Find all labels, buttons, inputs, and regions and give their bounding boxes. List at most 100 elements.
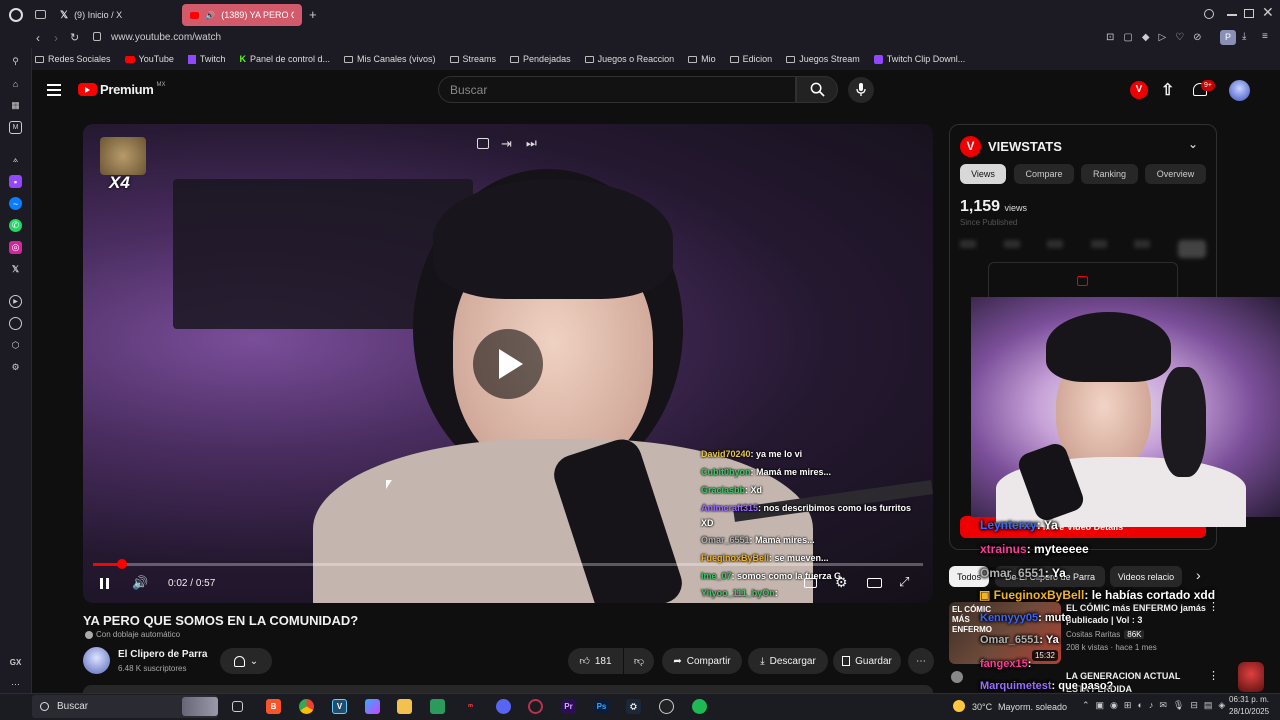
bookmark-pendejadas[interactable]: Pendejadas (510, 54, 571, 64)
whatsapp-icon[interactable]: ✆ (9, 219, 22, 232)
share-to-icon[interactable]: ⇥ (501, 136, 512, 152)
twitch-icon[interactable]: ▪ (9, 175, 22, 188)
store-icon[interactable] (430, 699, 445, 714)
fullscreen-icon[interactable]: ⤢ (899, 574, 909, 590)
dislike-button[interactable]: 👎︎ (624, 648, 654, 674)
like-button[interactable]: 👍︎ 181 (568, 648, 623, 674)
history-icon[interactable] (9, 317, 22, 330)
big-play-button[interactable] (473, 329, 543, 399)
bookmark-juegos-stream[interactable]: Juegos Stream (786, 54, 860, 64)
weather-desc[interactable]: Mayorm. soleado (998, 702, 1067, 712)
reload-icon[interactable]: ↻ (70, 31, 79, 44)
clock-date[interactable]: 28/10/2025 (1229, 707, 1269, 716)
file-explorer-icon[interactable] (397, 699, 412, 714)
progress-bar[interactable] (93, 563, 923, 566)
download-button[interactable]: ⤓ Descargar (748, 648, 828, 674)
skip-next-icon[interactable]: ⏭ (526, 136, 537, 151)
subscribed-bell-button[interactable]: ⌄ (220, 648, 272, 674)
pause-button[interactable] (100, 578, 109, 589)
discord-icon[interactable] (496, 699, 511, 714)
search-button[interactable] (796, 76, 838, 103)
instagram-icon[interactable]: ◎ (9, 241, 22, 254)
related-video-title[interactable]: EL CÓMIC más ENFERMO jamás publicado | V… (1066, 602, 1206, 626)
tab-views[interactable]: Views (960, 164, 1006, 184)
weather-temp[interactable]: 30°C (972, 702, 992, 712)
chevron-down-icon[interactable]: ⌄ (1188, 137, 1198, 151)
maximize-icon[interactable] (1244, 9, 1254, 18)
progress-scrubber[interactable] (117, 559, 128, 569)
voice-search-button[interactable] (848, 77, 874, 103)
bookmark-edicion[interactable]: Edicion (729, 54, 772, 64)
aria-icon[interactable]: ⚲ (9, 55, 22, 68)
forward-icon[interactable]: › (54, 31, 58, 45)
tab-x-home[interactable]: 𝕏 (9) Inicio / X (52, 4, 180, 26)
aria-ai-icon[interactable]: ⟑ (9, 153, 22, 166)
youtube-logo[interactable]: Premium MX (78, 82, 166, 97)
channel-name[interactable]: El Clipero de Parra (118, 649, 207, 660)
premiere-icon[interactable]: Pr (561, 699, 576, 714)
browser-menu-icon[interactable]: ≡ (1262, 31, 1268, 42)
bookmark-juegos-reaccion[interactable]: Juegos o Reaccion (584, 54, 674, 64)
wallet-icon[interactable]: ▦ (9, 99, 22, 112)
share-button[interactable]: ➦ Compartir (662, 648, 742, 674)
miniplayer-icon[interactable] (477, 138, 489, 149)
obs-icon[interactable] (659, 699, 674, 714)
account-avatar[interactable] (1229, 80, 1250, 101)
mail-icon[interactable]: M (9, 121, 22, 134)
more-options-icon[interactable]: ⋮ (1208, 600, 1219, 613)
player-icon[interactable]: ▶ (9, 295, 22, 308)
bookmark-youtube[interactable]: YouTube (124, 54, 174, 64)
back-icon[interactable]: ‹ (36, 31, 40, 45)
tab-ranking[interactable]: Ranking (1081, 164, 1138, 184)
bookmark-toolbar-icons[interactable]: ⊡▢◆▷♡⊘ (1106, 32, 1211, 43)
related-channel-avatar[interactable] (951, 671, 963, 683)
viewstats-extension-button[interactable]: V (1130, 81, 1148, 99)
vegas-icon[interactable]: V (332, 699, 347, 714)
more-icon[interactable]: ⋯ (9, 678, 22, 691)
settings-gear-icon[interactable]: ⚙ (835, 574, 848, 591)
extensions-icon[interactable]: ⬡ (9, 339, 22, 352)
bookmark-twitch-clip[interactable]: Twitch Clip Downl... (873, 54, 965, 64)
channel-avatar[interactable] (83, 647, 110, 674)
opera-gx-icon[interactable]: ᵐ (463, 699, 478, 714)
tab-islands-icon[interactable] (35, 10, 46, 19)
bookmark-mio[interactable]: Mio (688, 54, 716, 64)
tab-overview[interactable]: Overview (1145, 164, 1206, 184)
opera-menu-icon[interactable] (9, 8, 23, 22)
spotify-icon[interactable] (692, 699, 707, 714)
bookmark-mis-canales[interactable]: Mis Canales (vivos) (344, 54, 436, 64)
hamburger-menu-icon[interactable] (47, 84, 61, 96)
system-tray-icons[interactable]: ⌃▣◉⊞◐♪✉🎙⊟▤◈ (1082, 700, 1231, 711)
more-actions-button[interactable]: ⋯ (908, 648, 934, 674)
chrome-icon[interactable] (299, 699, 314, 714)
workspace-icon[interactable]: ⌂ (9, 77, 22, 90)
minimize-icon[interactable] (1227, 14, 1237, 16)
opera-active-icon[interactable] (528, 699, 543, 714)
search-tabs-icon[interactable] (1204, 9, 1214, 19)
profile-avatar[interactable]: P (1220, 30, 1236, 45)
steam-icon[interactable]: ⛭ (626, 699, 641, 714)
new-tab-button[interactable]: + (309, 7, 317, 22)
tab-compare[interactable]: Compare (1014, 164, 1074, 184)
taskbar-search-box[interactable]: Buscar (32, 695, 218, 718)
bookmark-twitch[interactable]: Twitch (187, 54, 225, 64)
more-options-icon[interactable]: ⋮ (1208, 669, 1219, 682)
download-icon[interactable]: ⤓ (1242, 31, 1246, 42)
subtitles-icon[interactable] (804, 578, 817, 588)
upload-icon[interactable]: ⇧ (1161, 80, 1174, 100)
settings-gear-icon[interactable]: ⚙ (9, 361, 22, 374)
bookmark-panel-control[interactable]: K Panel de control d... (239, 54, 330, 64)
messenger-icon[interactable]: ~ (9, 197, 22, 210)
chevron-right-icon[interactable]: › (1196, 567, 1201, 583)
x-icon[interactable]: 𝕏 (9, 263, 22, 276)
bookmark-streams[interactable]: Streams (449, 54, 496, 64)
clock-time[interactable]: 06:31 p. m. (1229, 695, 1269, 704)
volume-icon[interactable]: 🔊 (132, 575, 148, 591)
theater-mode-icon[interactable] (867, 578, 882, 588)
brave-icon[interactable]: B (266, 699, 281, 714)
windows-start-icon[interactable] (9, 700, 22, 713)
chip-videos-relacionados[interactable]: Videos relacio (1110, 566, 1182, 587)
save-button[interactable]: Guardar (833, 648, 901, 674)
copilot-icon[interactable] (365, 699, 380, 714)
bookmark-redes-sociales[interactable]: Redes Sociales (35, 54, 111, 64)
